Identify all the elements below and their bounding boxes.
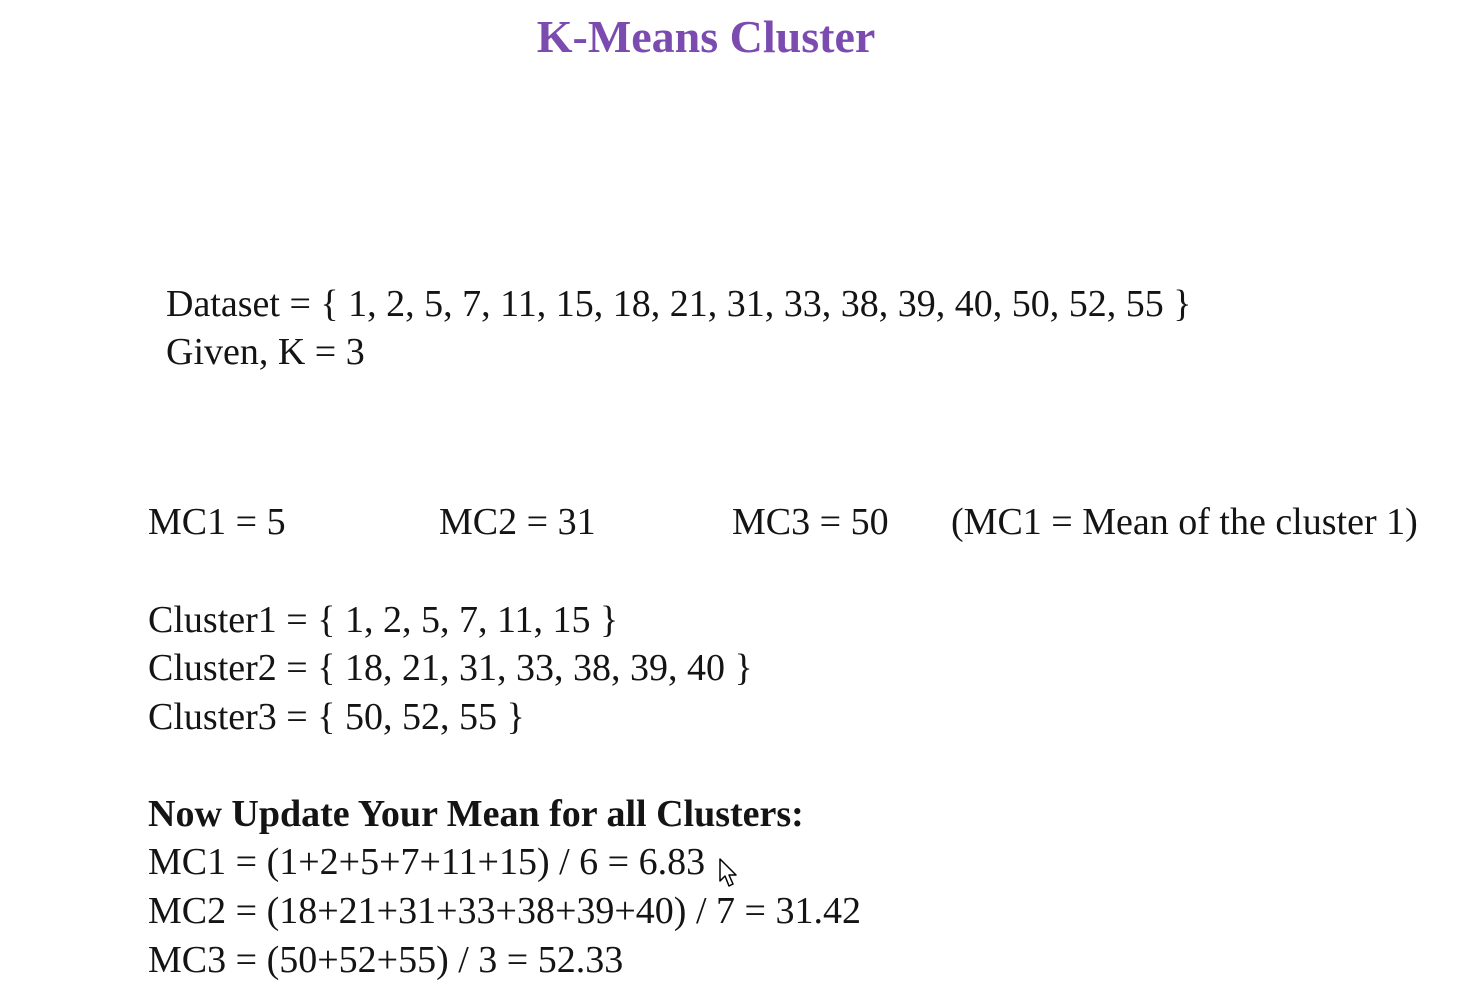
cluster2-set: Cluster2 = { 18, 21, 31, 33, 38, 39, 40 … [148,647,753,689]
given-k-text: Given, K = 3 [166,331,365,373]
mouse-pointer-icon [719,858,737,887]
mean-definition-note: (MC1 = Mean of the cluster 1) [951,501,1418,543]
updated-mean-mc3: MC3 = (50+52+55) / 3 = 52.33 [148,939,624,981]
initial-mean-mc3: MC3 = 50 [732,501,889,543]
updated-mean-mc2: MC2 = (18+21+31+33+38+39+40) / 7 = 31.42 [148,890,861,932]
initial-mean-mc1: MC1 = 5 [148,501,286,543]
page-title: K-Means Cluster [536,11,876,62]
update-mean-heading: Now Update Your Mean for all Clusters: [148,793,804,835]
dataset-text: Dataset = { 1, 2, 5, 7, 11, 15, 18, 21, … [166,283,1192,325]
initial-mean-mc2: MC2 = 31 [439,501,596,543]
cluster1-set: Cluster1 = { 1, 2, 5, 7, 11, 15 } [148,599,619,641]
updated-mean-mc1: MC1 = (1+2+5+7+11+15) / 6 = 6.83 [148,841,706,883]
cluster3-set: Cluster3 = { 50, 52, 55 } [148,696,525,738]
